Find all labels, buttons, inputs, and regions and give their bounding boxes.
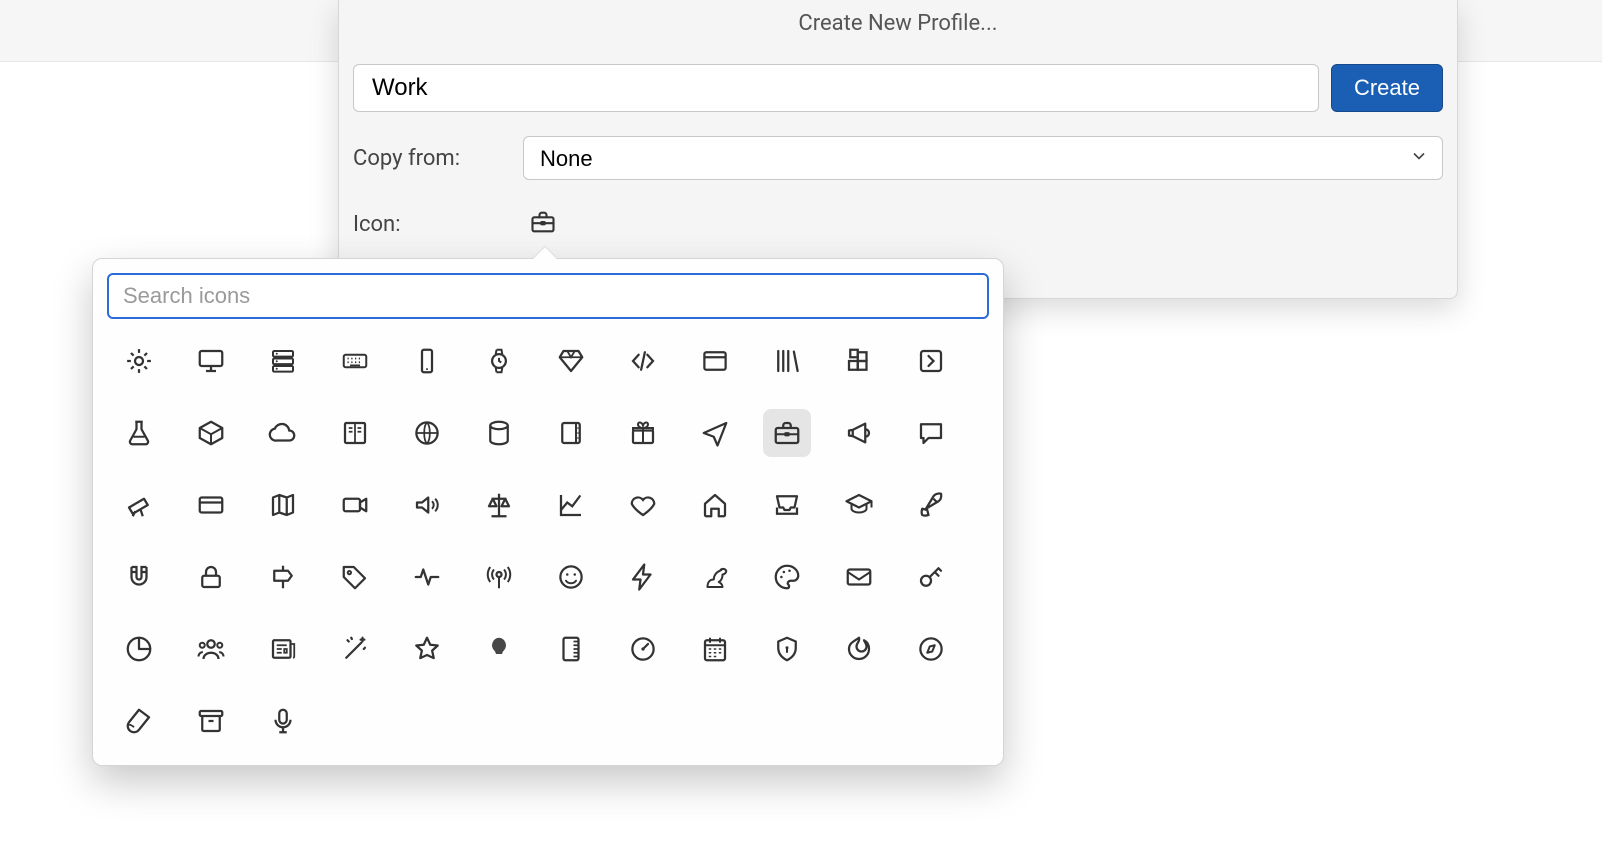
comment-icon[interactable] bbox=[907, 409, 955, 457]
chart-icon[interactable] bbox=[547, 481, 595, 529]
book-icon[interactable] bbox=[331, 409, 379, 457]
video-icon[interactable] bbox=[331, 481, 379, 529]
megaphone-icon[interactable] bbox=[835, 409, 883, 457]
credit-card-icon[interactable] bbox=[187, 481, 235, 529]
wand-icon[interactable] bbox=[331, 625, 379, 673]
dialog-title: Create New Profile... bbox=[339, 0, 1457, 48]
monitor-icon[interactable] bbox=[187, 337, 235, 385]
create-profile-dialog: Create New Profile... Create Copy from: … bbox=[338, 0, 1458, 299]
map-icon[interactable] bbox=[259, 481, 307, 529]
extensions-icon[interactable] bbox=[835, 337, 883, 385]
icon-search-input[interactable] bbox=[107, 273, 989, 319]
icon-grid-row bbox=[115, 553, 981, 601]
magnet-icon[interactable] bbox=[115, 553, 163, 601]
gift-icon[interactable] bbox=[619, 409, 667, 457]
library-icon[interactable] bbox=[763, 337, 811, 385]
database-icon[interactable] bbox=[475, 409, 523, 457]
smiley-icon[interactable] bbox=[547, 553, 595, 601]
star-icon[interactable] bbox=[403, 625, 451, 673]
milestone-icon[interactable] bbox=[259, 553, 307, 601]
profile-name-input[interactable] bbox=[353, 64, 1319, 112]
copy-from-select-wrap: None bbox=[523, 136, 1443, 180]
tag-icon[interactable] bbox=[331, 553, 379, 601]
heart-icon[interactable] bbox=[619, 481, 667, 529]
compass-icon[interactable] bbox=[907, 625, 955, 673]
squirrel-icon[interactable] bbox=[691, 553, 739, 601]
dashboard-icon[interactable] bbox=[619, 625, 667, 673]
paint-icon[interactable] bbox=[115, 697, 163, 745]
zap-icon[interactable] bbox=[619, 553, 667, 601]
mail-icon[interactable] bbox=[835, 553, 883, 601]
palette-icon[interactable] bbox=[763, 553, 811, 601]
telescope-icon[interactable] bbox=[115, 481, 163, 529]
watch-icon[interactable] bbox=[475, 337, 523, 385]
icon-grid bbox=[107, 337, 989, 745]
briefcase-icon[interactable] bbox=[763, 409, 811, 457]
ruby-icon[interactable] bbox=[547, 337, 595, 385]
mic-icon[interactable] bbox=[259, 697, 307, 745]
rocket-icon[interactable] bbox=[907, 481, 955, 529]
icon-label: Icon: bbox=[353, 212, 523, 237]
globe-icon[interactable] bbox=[403, 409, 451, 457]
inbox-icon[interactable] bbox=[763, 481, 811, 529]
gear-icon[interactable] bbox=[115, 337, 163, 385]
create-button[interactable]: Create bbox=[1331, 64, 1443, 112]
briefcase-icon bbox=[529, 208, 557, 240]
archive-icon[interactable] bbox=[187, 697, 235, 745]
profile-name-row: Create bbox=[353, 64, 1443, 112]
calendar-icon[interactable] bbox=[691, 625, 739, 673]
tablet-icon[interactable] bbox=[403, 337, 451, 385]
shield-icon[interactable] bbox=[763, 625, 811, 673]
key-icon[interactable] bbox=[907, 553, 955, 601]
ruler-icon[interactable] bbox=[547, 625, 595, 673]
lightbulb-icon[interactable] bbox=[475, 625, 523, 673]
flame-icon[interactable] bbox=[835, 625, 883, 673]
code-icon[interactable] bbox=[619, 337, 667, 385]
beaker-icon[interactable] bbox=[115, 409, 163, 457]
icon-grid-row bbox=[115, 625, 981, 673]
chevron-box-icon[interactable] bbox=[907, 337, 955, 385]
broadcast-icon[interactable] bbox=[475, 553, 523, 601]
dialog-body: Create Copy from: None Icon: bbox=[339, 48, 1457, 244]
icon-grid-row bbox=[115, 337, 981, 385]
lock-icon[interactable] bbox=[187, 553, 235, 601]
window-icon[interactable] bbox=[691, 337, 739, 385]
volume-icon[interactable] bbox=[403, 481, 451, 529]
keyboard-icon[interactable] bbox=[331, 337, 379, 385]
current-icon-button[interactable] bbox=[523, 204, 563, 244]
pie-icon[interactable] bbox=[115, 625, 163, 673]
home-icon[interactable] bbox=[691, 481, 739, 529]
icon-picker-popover bbox=[92, 258, 1004, 766]
law-icon[interactable] bbox=[475, 481, 523, 529]
package-icon[interactable] bbox=[187, 409, 235, 457]
notebook-icon[interactable] bbox=[547, 409, 595, 457]
copy-from-row: Copy from: None bbox=[353, 136, 1443, 180]
copy-from-select[interactable]: None bbox=[523, 136, 1443, 180]
mortarboard-icon[interactable] bbox=[835, 481, 883, 529]
copy-from-label: Copy from: bbox=[353, 146, 523, 171]
icon-grid-row bbox=[115, 481, 981, 529]
icon-grid-row bbox=[115, 697, 981, 745]
icon-grid-row bbox=[115, 409, 981, 457]
server-icon[interactable] bbox=[259, 337, 307, 385]
news-icon[interactable] bbox=[259, 625, 307, 673]
people-icon[interactable] bbox=[187, 625, 235, 673]
pulse-icon[interactable] bbox=[403, 553, 451, 601]
cloud-icon[interactable] bbox=[259, 409, 307, 457]
send-icon[interactable] bbox=[691, 409, 739, 457]
icon-row: Icon: bbox=[353, 204, 1443, 244]
